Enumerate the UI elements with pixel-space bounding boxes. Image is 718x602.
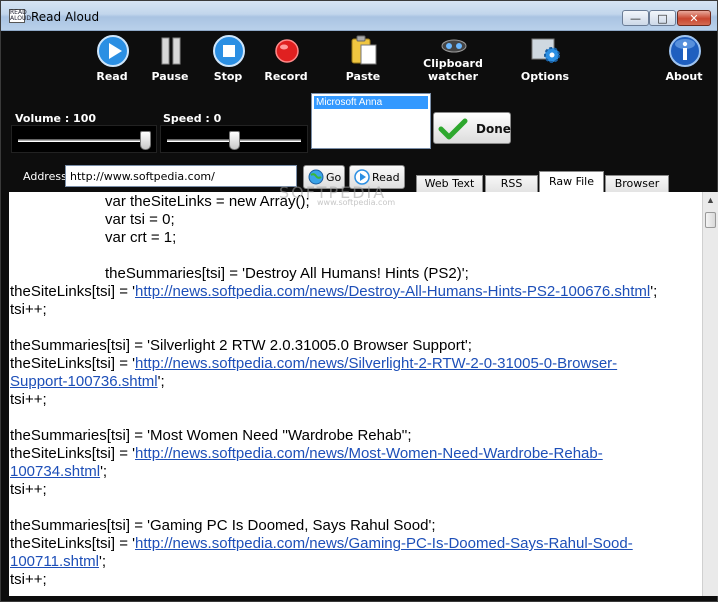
content-line: theSiteLinks[tsi] = 'http://news.softped… bbox=[10, 535, 633, 553]
minimize-icon: — bbox=[630, 12, 641, 25]
voice-list[interactable]: Microsoft Anna bbox=[311, 93, 431, 149]
app-window: READ ALOUD Read Aloud — □ ✕ Read Pause S… bbox=[0, 0, 718, 602]
content-line: theSiteLinks[tsi] = 'http://news.softped… bbox=[10, 355, 617, 373]
clipboard-watcher-button[interactable]: Clipboard watcher bbox=[418, 35, 488, 85]
record-icon bbox=[275, 39, 299, 63]
article-link[interactable]: 100711.shtml bbox=[10, 553, 99, 570]
raw-file-content[interactable]: var theSiteLinks = new Array(); var tsi … bbox=[9, 192, 702, 596]
tab-browser[interactable]: Browser bbox=[605, 175, 669, 193]
scroll-up-icon[interactable]: ▲ bbox=[706, 195, 715, 205]
content-line: theSiteLinks[tsi] = 'http://news.softped… bbox=[10, 445, 603, 463]
code-text: '; bbox=[157, 373, 165, 390]
done-button[interactable]: Done bbox=[433, 112, 511, 144]
title-bar[interactable]: READ ALOUD Read Aloud — □ ✕ bbox=[1, 1, 717, 31]
code-text: theSiteLinks[tsi] = ' bbox=[10, 355, 136, 372]
minimize-button[interactable]: — bbox=[622, 10, 649, 26]
maximize-icon: □ bbox=[657, 12, 668, 25]
close-button[interactable]: ✕ bbox=[677, 10, 711, 26]
content-line: theSiteLinks[tsi] = 'http://news.softped… bbox=[10, 283, 657, 301]
content-line: theSummaries[tsi] = 'Destroy All Humans!… bbox=[105, 265, 469, 282]
content-line: theSummaries[tsi] = 'Most Women Need ''W… bbox=[10, 427, 412, 444]
voice-list-item[interactable]: Microsoft Anna bbox=[314, 96, 428, 109]
code-text: theSiteLinks[tsi] = ' bbox=[10, 535, 136, 552]
content-line: tsi++; bbox=[10, 571, 47, 588]
pause-icon bbox=[161, 37, 181, 65]
clipboard-watcher-label: Clipboard watcher bbox=[408, 57, 498, 83]
article-link[interactable]: http://news.softpedia.com/news/Most-Wome… bbox=[135, 445, 603, 462]
stop-icon bbox=[213, 35, 245, 67]
close-icon: ✕ bbox=[689, 12, 699, 25]
content-line: tsi++; bbox=[10, 391, 47, 408]
content-line: var crt = 1; bbox=[105, 229, 177, 246]
code-text: '; bbox=[100, 463, 108, 480]
article-link[interactable]: http://news.softpedia.com/news/Silverlig… bbox=[135, 355, 617, 372]
vertical-scrollbar[interactable]: ▲ bbox=[702, 192, 718, 596]
done-button-label: Done bbox=[476, 122, 511, 136]
content-line: var tsi = 0; bbox=[105, 211, 175, 228]
about-button-label: About bbox=[665, 70, 703, 83]
volume-slider[interactable] bbox=[11, 125, 157, 153]
options-button[interactable]: Options bbox=[510, 35, 580, 85]
about-button[interactable]: About bbox=[649, 35, 718, 85]
address-label: Address bbox=[23, 170, 67, 183]
record-button[interactable]: Record bbox=[251, 35, 321, 85]
tab-web-text[interactable]: Web Text bbox=[416, 175, 483, 193]
maximize-button[interactable]: □ bbox=[649, 10, 676, 26]
content-line: Support-100736.shtml'; bbox=[10, 373, 165, 391]
scrollbar-thumb[interactable] bbox=[705, 212, 716, 228]
content-line: 100711.shtml'; bbox=[10, 553, 106, 571]
code-text: theSiteLinks[tsi] = ' bbox=[10, 445, 136, 462]
info-icon bbox=[669, 35, 701, 67]
volume-label: Volume : 100 bbox=[15, 112, 97, 125]
paste-button-label: Paste bbox=[345, 70, 381, 83]
checkmark-icon bbox=[438, 118, 468, 140]
code-text: '; bbox=[98, 553, 106, 570]
content-line: 100734.shtml'; bbox=[10, 463, 107, 481]
article-link[interactable]: http://news.softpedia.com/news/Destroy-A… bbox=[135, 283, 650, 300]
content-line: theSummaries[tsi] = 'Silverlight 2 RTW 2… bbox=[10, 337, 472, 354]
content-line: theSummaries[tsi] = 'Gaming PC Is Doomed… bbox=[10, 517, 436, 534]
article-link[interactable]: http://news.softpedia.com/news/Gaming-PC… bbox=[135, 535, 633, 552]
article-link[interactable]: Support-100736.shtml bbox=[10, 373, 158, 390]
content-line: tsi++; bbox=[10, 481, 47, 498]
speed-slider-thumb[interactable] bbox=[228, 131, 240, 150]
code-text: '; bbox=[650, 283, 658, 300]
options-button-label: Options bbox=[520, 70, 570, 83]
app-icon: READ ALOUD bbox=[9, 9, 31, 23]
clipboard-watcher-label-line2: watcher bbox=[427, 70, 479, 83]
play-icon bbox=[97, 35, 129, 67]
watermark-url: www.softpedia.com bbox=[317, 198, 396, 207]
volume-slider-thumb[interactable] bbox=[140, 131, 151, 150]
window-title: Read Aloud bbox=[31, 10, 100, 24]
speed-slider[interactable] bbox=[160, 125, 308, 153]
clipboard-watcher-label-line1: Clipboard bbox=[423, 57, 483, 70]
tab-rss[interactable]: RSS bbox=[485, 175, 538, 193]
clipboard-watcher-icon bbox=[441, 39, 467, 53]
paste-icon bbox=[351, 35, 377, 65]
content-line: tsi++; bbox=[10, 301, 47, 318]
paste-button[interactable]: Paste bbox=[328, 35, 398, 85]
volume-slider-track bbox=[18, 139, 150, 142]
address-input[interactable]: http://www.softpedia.com/ bbox=[65, 165, 297, 187]
code-text: theSiteLinks[tsi] = ' bbox=[10, 283, 136, 300]
article-link[interactable]: 100734.shtml bbox=[10, 463, 100, 480]
speed-label: Speed : 0 bbox=[163, 112, 222, 125]
gear-icon bbox=[531, 38, 560, 63]
tab-raw-file[interactable]: Raw File bbox=[539, 171, 604, 193]
